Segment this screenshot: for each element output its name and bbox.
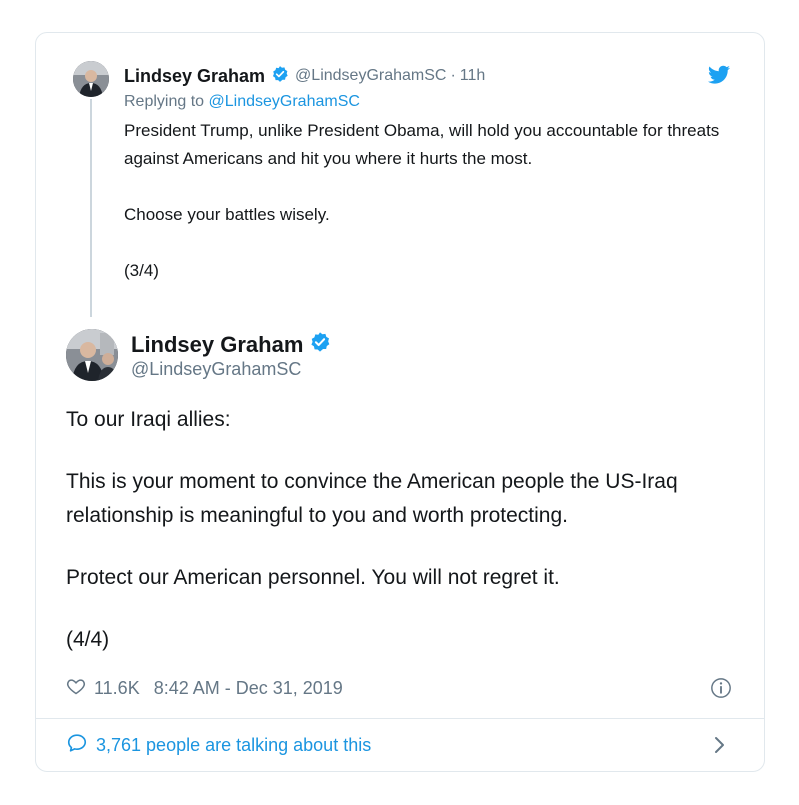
parent-paragraph: Choose your battles wisely. <box>124 205 330 224</box>
speech-bubble-icon <box>66 732 88 759</box>
verified-badge-icon <box>309 331 331 358</box>
chevron-right-icon[interactable] <box>712 736 726 754</box>
header-separator: · <box>450 67 456 84</box>
parent-author-handle[interactable]: @LindseyGrahamSC <box>295 67 446 85</box>
main-paragraph: To our Iraqi allies: <box>66 408 231 431</box>
main-paragraph: Protect our American personnel. You will… <box>66 566 560 589</box>
replying-prefix: Replying to <box>124 93 205 110</box>
parent-tweet-header: Lindsey Graham @LindseyGrahamSC · 11h <box>124 64 485 88</box>
main-paragraph: (4/4) <box>66 628 110 651</box>
twitter-bird-icon[interactable] <box>707 63 731 87</box>
tweet-meta-row: 11.6K 8:42 AM - Dec 31, 2019 <box>66 674 343 702</box>
replying-to-handle-link[interactable]: @LindseyGrahamSC <box>209 93 360 110</box>
replying-to-line: Replying to @LindseyGrahamSC <box>124 93 360 111</box>
main-tweet-text: To our Iraqi allies: This is your moment… <box>66 403 746 657</box>
main-author-handle[interactable]: @LindseyGrahamSC <box>131 359 301 380</box>
parent-author-name[interactable]: Lindsey Graham <box>124 66 265 87</box>
tweet-timestamp[interactable]: 8:42 AM - Dec 31, 2019 <box>154 678 343 699</box>
main-avatar[interactable] <box>66 329 118 381</box>
heart-icon[interactable] <box>66 676 86 701</box>
verified-badge-icon <box>271 65 289 88</box>
parent-avatar[interactable] <box>73 61 109 97</box>
main-paragraph: This is your moment to convince the Amer… <box>66 470 678 527</box>
parent-paragraph: (3/4) <box>124 261 159 280</box>
tweet-embed-card: Lindsey Graham @LindseyGrahamSC · 11h Re… <box>35 32 765 772</box>
info-icon[interactable] <box>710 677 732 699</box>
main-tweet-header: Lindsey Graham <box>131 331 331 358</box>
footer-divider <box>36 718 764 719</box>
parent-tweet-text: President Trump, unlike President Obama,… <box>124 117 724 285</box>
conversation-count-text: 3,761 people are talking about this <box>96 734 372 755</box>
parent-tweet-time[interactable]: 11h <box>460 67 486 85</box>
parent-paragraph: President Trump, unlike President Obama,… <box>124 121 720 168</box>
main-author-name[interactable]: Lindsey Graham <box>131 332 303 358</box>
conversation-link[interactable]: 3,761 people are talking about this <box>66 731 371 759</box>
like-count[interactable]: 11.6K <box>94 678 140 699</box>
thread-connector-line <box>90 99 92 317</box>
